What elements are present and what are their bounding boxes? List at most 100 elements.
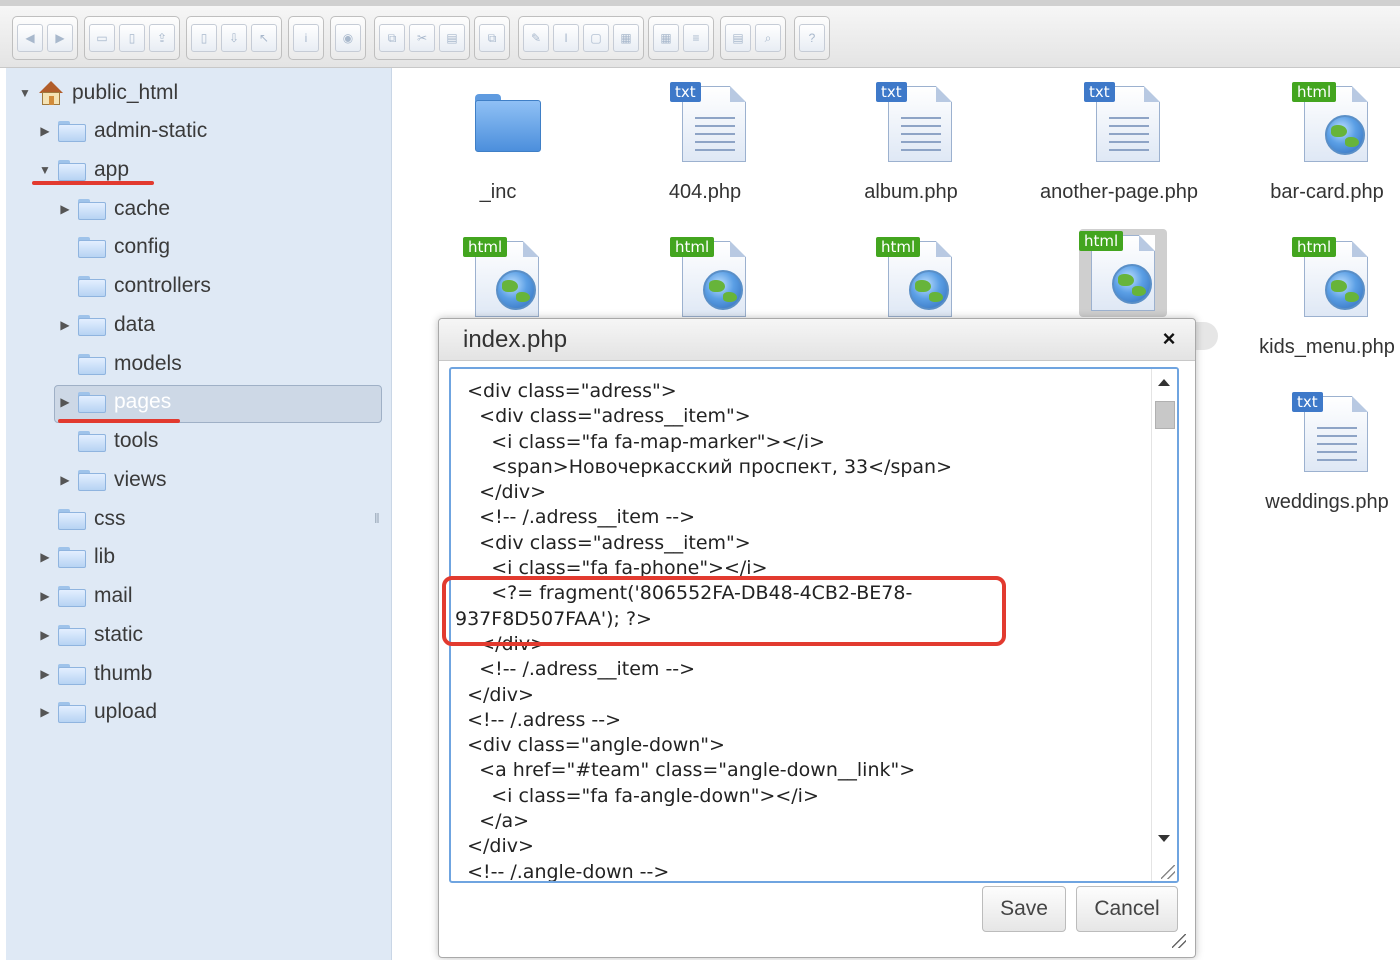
tree-item-pages[interactable]: ▶ pages [58, 385, 171, 419]
cut-icon[interactable]: ✂ [409, 24, 435, 52]
scroll-down-icon[interactable] [1158, 835, 1170, 842]
tree-item-label: thumb [94, 662, 153, 685]
upload-icon[interactable]: ⇪ [149, 24, 175, 52]
code-line: </a> [455, 810, 530, 833]
html-file-icon: html [1292, 80, 1374, 170]
rename-icon[interactable]: I [553, 24, 579, 52]
file-type-badge: html [1292, 237, 1337, 257]
folder-icon [58, 508, 86, 530]
tree-item-controllers[interactable]: ▶controllers [58, 269, 211, 303]
dialog-resize-grip-icon[interactable] [1172, 934, 1186, 948]
globe-icon [1325, 115, 1365, 155]
select-icon[interactable]: ↖ [251, 24, 277, 52]
tree-root-public-html[interactable]: ▼ public_html [18, 76, 178, 110]
open-icon[interactable]: ▯ [191, 24, 217, 52]
save-button[interactable]: Save [982, 886, 1066, 932]
file-type-badge: html [463, 237, 508, 257]
help-icon[interactable]: ? [799, 24, 825, 52]
editor-resize-grip-icon[interactable] [1161, 865, 1175, 879]
collapsed-arrow-icon[interactable]: ▶ [38, 705, 52, 719]
globe-icon [1325, 270, 1365, 310]
new-folder-icon[interactable]: ▭ [89, 24, 115, 52]
file-name: _inc [479, 181, 517, 203]
html-file-icon: html [1292, 235, 1374, 325]
collapsed-arrow-icon[interactable]: ▶ [58, 473, 72, 487]
collapsed-arrow-icon[interactable]: ▶ [38, 589, 52, 603]
collapsed-arrow-icon[interactable]: ▶ [38, 667, 52, 681]
tree-item-data[interactable]: ▶ data [58, 308, 155, 342]
tree-item-admin-static[interactable]: ▶ admin-static [38, 114, 207, 148]
text-file-icon: txt [1292, 390, 1374, 480]
forward-icon[interactable]: ▶ [47, 24, 73, 52]
back-icon[interactable]: ◀ [17, 24, 43, 52]
code-line: <i class="fa fa-angle-down"></i> [455, 784, 819, 807]
collapsed-arrow-icon[interactable]: ▶ [38, 628, 52, 642]
collapsed-arrow-icon[interactable]: ▶ [38, 550, 52, 564]
download-icon[interactable]: ⇩ [221, 24, 247, 52]
view-list-icon[interactable]: ≡ [683, 24, 709, 52]
paste-icon[interactable]: ▤ [439, 24, 465, 52]
new-file-icon[interactable]: ▯ [119, 24, 145, 52]
resize-icon[interactable]: ▢ [583, 24, 609, 52]
info-icon[interactable]: i [293, 24, 319, 52]
tree-item-label: static [94, 623, 144, 646]
collapsed-arrow-icon[interactable]: ▶ [58, 318, 72, 332]
file-name: album.php [864, 181, 958, 203]
collapsed-arrow-icon[interactable]: ▶ [58, 202, 72, 216]
tree-item-lib[interactable]: ▶ lib [38, 540, 115, 574]
tree-item-thumb[interactable]: ▶ thumb [38, 657, 152, 691]
file-type-badge: html [1079, 231, 1124, 251]
copy-icon[interactable]: ⧉ [379, 24, 405, 52]
close-icon[interactable]: × [1157, 327, 1181, 351]
code-line: </div> [455, 683, 534, 706]
annotation-underline-app [32, 181, 154, 185]
dialog-titlebar[interactable]: index.php × [439, 319, 1195, 361]
code-line: </div> [455, 835, 534, 858]
folder-icon [58, 159, 86, 181]
info-group: i [288, 16, 324, 60]
toolbar: ◀ ▶ ▭ ▯ ⇪ ▯ ⇩ ↖ i ◉ ⧉ ✂ ▤ ⧉ ✎ I ▢ ▦ ▦ ≡ … [0, 0, 1400, 68]
tree-item-views[interactable]: ▶ views [58, 463, 166, 497]
expanded-arrow-icon[interactable]: ▼ [18, 86, 32, 100]
file-type-badge: html [1292, 82, 1337, 102]
tree-item-upload[interactable]: ▶ upload [38, 695, 157, 729]
folder-icon [58, 663, 86, 685]
scroll-thumb[interactable] [1155, 401, 1175, 429]
tree-item-static[interactable]: ▶ static [38, 618, 143, 652]
code-line: <div class="adress"> [455, 380, 677, 402]
preview-icon[interactable]: ◉ [335, 24, 361, 52]
code-line: <span>Новочеркасский проспект, 33</span> [455, 455, 953, 478]
folder-icon [78, 469, 106, 491]
file-name: bar-card.php [1270, 181, 1384, 203]
code-line: <a href="#team" class="angle-down__link"… [455, 759, 916, 782]
view-icons-icon[interactable]: ▦ [653, 24, 679, 52]
tree-item-label: admin-static [94, 119, 208, 142]
tree-item-css[interactable]: ▶css [38, 502, 126, 536]
file-type-badge: txt [1084, 82, 1115, 102]
expanded-arrow-icon[interactable]: ▼ [38, 163, 52, 177]
edit-icon[interactable]: ✎ [523, 24, 549, 52]
folder-icon [78, 236, 106, 258]
tree-item-label: upload [94, 700, 158, 723]
tree-item-config[interactable]: ▶config [58, 230, 170, 264]
folder-icon [463, 80, 545, 170]
search-icon[interactable]: ⌕ [755, 24, 781, 52]
collapsed-arrow-icon[interactable]: ▶ [58, 395, 72, 409]
editor-scrollbar[interactable] [1151, 369, 1177, 881]
file-name: another-page.php [1040, 181, 1198, 203]
home-icon [38, 80, 64, 106]
archive-icon[interactable]: ▦ [613, 24, 639, 52]
tree-item-tools[interactable]: ▶tools [58, 424, 158, 458]
file-type-badge: html [670, 237, 715, 257]
tree-item-mail[interactable]: ▶ mail [38, 579, 132, 613]
splitter-grip-icon[interactable]: ‖ [374, 510, 380, 526]
tree-item-models[interactable]: ▶models [58, 347, 182, 381]
sort-icon[interactable]: ▤ [725, 24, 751, 52]
tree-item-cache[interactable]: ▶ cache [58, 192, 170, 226]
duplicate-icon[interactable]: ⧉ [479, 24, 505, 52]
tree-item-label: tools [114, 429, 159, 452]
text-file-icon: txt [876, 80, 958, 170]
scroll-up-icon[interactable] [1158, 379, 1170, 386]
collapsed-arrow-icon[interactable]: ▶ [38, 124, 52, 138]
cancel-button[interactable]: Cancel [1076, 886, 1178, 932]
